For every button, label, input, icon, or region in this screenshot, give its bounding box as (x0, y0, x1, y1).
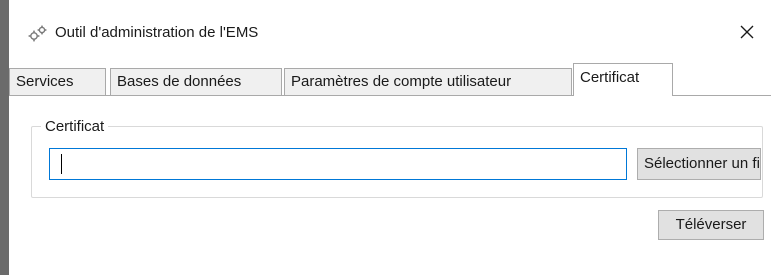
certificate-group-label: Certificat (41, 118, 109, 135)
tab-services[interactable]: Services (9, 68, 106, 95)
upload-button[interactable]: Téléverser (658, 210, 764, 240)
select-file-button[interactable]: Sélectionner un fichier (637, 148, 761, 180)
gears-icon (27, 23, 49, 45)
close-icon (740, 25, 754, 39)
tab-certificate[interactable]: Certificat (573, 63, 673, 96)
text-cursor (61, 154, 62, 174)
tab-databases[interactable]: Bases de données (110, 68, 282, 95)
title-bar: Outil d'administration de l'EMS (9, 0, 771, 60)
certificate-path-input[interactable] (49, 148, 627, 180)
admin-window: Outil d'administration de l'EMS Services… (9, 0, 771, 275)
tab-user-account-settings[interactable]: Paramètres de compte utilisateur (284, 68, 572, 95)
window-title: Outil d'administration de l'EMS (55, 24, 259, 41)
close-button[interactable] (731, 16, 763, 48)
